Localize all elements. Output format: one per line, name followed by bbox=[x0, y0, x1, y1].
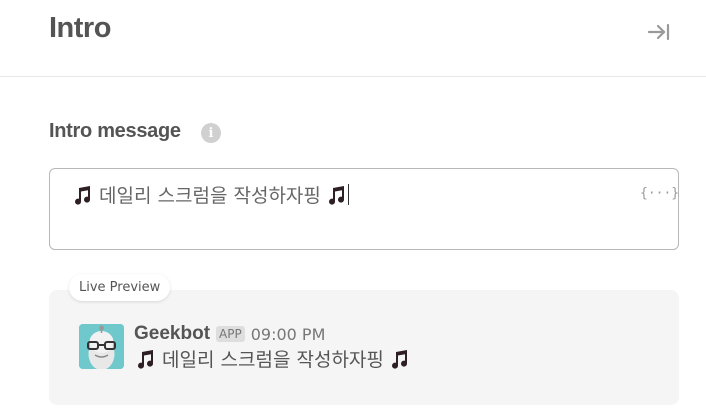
variables-icon[interactable]: {···} bbox=[640, 186, 679, 201]
info-icon[interactable]: i bbox=[201, 123, 221, 143]
geekbot-avatar-icon bbox=[79, 324, 124, 369]
bot-name[interactable]: Geekbot bbox=[134, 323, 210, 345]
collapse-panel-button[interactable] bbox=[644, 19, 674, 45]
preview-message-header: Geekbot APP 09:00 PM bbox=[134, 323, 325, 345]
music-note-icon bbox=[138, 350, 154, 369]
message-timestamp: 09:00 PM bbox=[250, 324, 326, 344]
live-preview-label: Live Preview bbox=[69, 274, 171, 301]
panel-title: Intro bbox=[49, 12, 111, 44]
music-note-icon bbox=[391, 350, 407, 369]
preview-message-text: 데일리 스크럼을 작성하자핑 bbox=[162, 349, 384, 371]
text-caret bbox=[347, 184, 349, 205]
intro-message-input[interactable]: 데일리 스크럼을 작성하자핑 {···} bbox=[49, 168, 679, 250]
collapse-right-icon bbox=[647, 23, 670, 41]
music-note-icon bbox=[328, 186, 344, 205]
app-badge: APP bbox=[216, 326, 245, 342]
intro-message-content[interactable]: 데일리 스크럼을 작성하자핑 bbox=[73, 181, 349, 208]
intro-message-text: 데일리 스크럼을 작성하자핑 bbox=[99, 185, 321, 207]
preview-message: 데일리 스크럼을 작성하자핑 bbox=[136, 345, 410, 372]
panel-header: Intro bbox=[0, 0, 706, 77]
music-note-icon bbox=[75, 186, 91, 205]
intro-message-label: Intro message bbox=[49, 120, 181, 142]
